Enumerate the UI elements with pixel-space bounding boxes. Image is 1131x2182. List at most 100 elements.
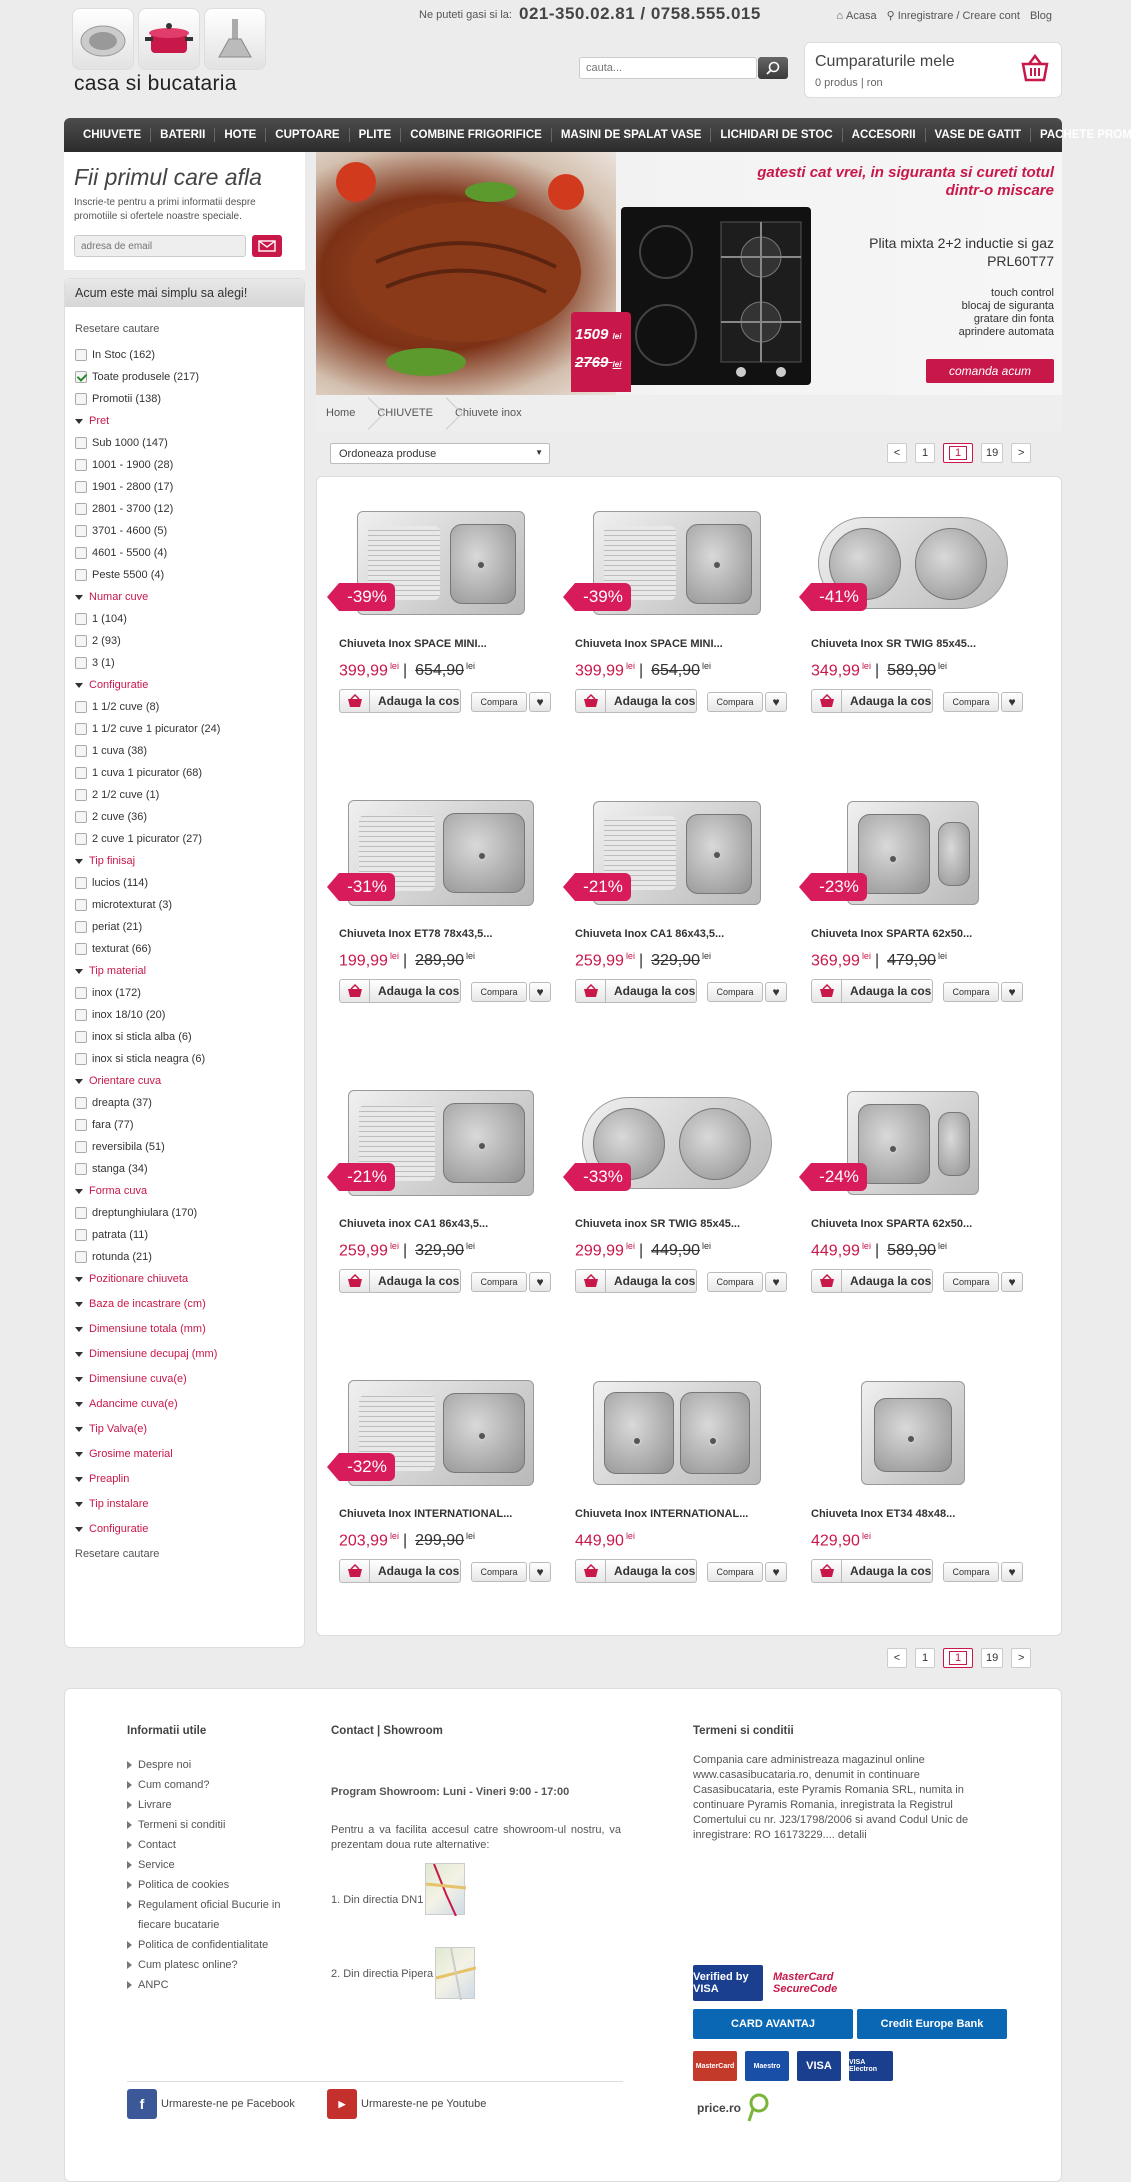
checkbox[interactable] (75, 789, 87, 801)
filter-option[interactable]: texturat (66) (75, 943, 151, 955)
reset-filters-link[interactable]: Resetare cautare (75, 1548, 159, 1560)
product-name[interactable]: Chiuveta Inox INTERNATIONAL... (575, 1508, 748, 1520)
route-1-map[interactable] (425, 1863, 467, 1917)
route-2-map[interactable] (435, 1947, 477, 2001)
product-name[interactable]: Chiuveta Inox CA1 86x43,5... (575, 928, 724, 940)
product-name[interactable]: Chiuveta Inox SPACE MINI... (575, 638, 723, 650)
last-page-button[interactable]: 19 (981, 443, 1004, 463)
product-name[interactable]: Chiuveta Inox SR TWIG 85x45... (811, 638, 976, 650)
compare-button[interactable]: Compara (943, 1272, 999, 1292)
filter-group-header[interactable]: Pozitionare chiuveta (75, 1273, 188, 1285)
filter-group-header[interactable]: Orientare cuva (75, 1075, 161, 1087)
filter-option[interactable]: inox si sticla alba (6) (75, 1031, 192, 1043)
wishlist-button[interactable]: ♥ (1001, 1272, 1023, 1292)
nav-item-plite[interactable]: PLITE (350, 128, 402, 142)
filter-group-header[interactable]: Dimensiune decupaj (mm) (75, 1348, 217, 1360)
wishlist-button[interactable]: ♥ (529, 1272, 551, 1292)
add-to-cart-button[interactable]: Adauga la cos (575, 1269, 697, 1293)
register-link[interactable]: ⚲ Inregistrare / Creare cont (887, 9, 1020, 23)
product-name[interactable]: Chiuveta Inox SPARTA 62x50... (811, 928, 972, 940)
compare-button[interactable]: Compara (471, 982, 527, 1002)
compare-button[interactable]: Compara (707, 692, 763, 712)
filter-option[interactable]: 2 cuve (36) (75, 811, 147, 823)
youtube-link[interactable]: ▶ Urmareste-ne pe Youtube (327, 2089, 486, 2119)
compare-button[interactable]: Compara (471, 692, 527, 712)
wishlist-button[interactable]: ♥ (765, 982, 787, 1002)
checkbox[interactable] (75, 1031, 87, 1043)
checkbox[interactable] (75, 657, 87, 669)
filter-option[interactable]: inox 18/10 (20) (75, 1009, 165, 1021)
checkbox[interactable] (75, 723, 87, 735)
product-image[interactable] (805, 783, 1020, 923)
nav-item-combine-frigorifice[interactable]: COMBINE FRIGORIFICE (401, 128, 552, 142)
mini-cart[interactable]: Cumparaturile mele 0 produs | ron (804, 42, 1062, 98)
logo-icons[interactable] (72, 8, 266, 70)
checkbox[interactable] (75, 1251, 87, 1263)
checkbox[interactable] (75, 437, 87, 449)
product-image[interactable] (333, 493, 548, 633)
compare-button[interactable]: Compara (943, 692, 999, 712)
checkbox[interactable] (75, 987, 87, 999)
product-image[interactable] (569, 1363, 784, 1503)
nav-item-baterii[interactable]: BATERII (151, 128, 216, 142)
filter-option[interactable]: 2 (93) (75, 635, 121, 647)
filter-group-header[interactable]: Numar cuve (75, 591, 148, 603)
compare-button[interactable]: Compara (707, 1272, 763, 1292)
product-card[interactable]: -21% Chiuveta Inox CA1 86x43,5... 259,99… (563, 783, 787, 1033)
wishlist-button[interactable]: ♥ (1001, 982, 1023, 1002)
filter-option[interactable]: 4601 - 5500 (4) (75, 547, 167, 559)
prev-page-button[interactable]: < (887, 1648, 907, 1668)
nav-item-lichidari-de-stoc[interactable]: LICHIDARI DE STOC (711, 128, 843, 142)
checkbox[interactable] (75, 371, 87, 383)
filter-group-header[interactable]: Tip finisaj (75, 855, 135, 867)
compare-button[interactable]: Compara (943, 982, 999, 1002)
checkbox[interactable] (75, 899, 87, 911)
product-card[interactable]: Chiuveta Inox ET34 48x48... 429,90 lei Ad… (805, 1363, 1023, 1613)
checkbox[interactable] (75, 1141, 87, 1153)
add-to-cart-button[interactable]: Adauga la cos (339, 689, 461, 713)
nav-item-cuptoare[interactable]: CUPTOARE (266, 128, 350, 142)
product-card[interactable]: -33% Chiuveta inox SR TWIG 85x45... 299,… (563, 1073, 787, 1323)
sort-select[interactable]: Ordoneaza produse (330, 443, 550, 464)
filter-option[interactable]: 2801 - 3700 (12) (75, 503, 173, 515)
add-to-cart-button[interactable]: Adauga la cos (339, 1559, 461, 1583)
product-image[interactable] (805, 1073, 1020, 1213)
checkbox[interactable] (75, 635, 87, 647)
filter-option[interactable]: inox (172) (75, 987, 141, 999)
first-page-button[interactable]: 1 (915, 1648, 935, 1668)
checkbox[interactable] (75, 525, 87, 537)
facebook-link[interactable]: f Urmareste-ne pe Facebook (127, 2089, 295, 2119)
footer-link[interactable]: Politica de cookies (127, 1875, 287, 1895)
filter-option[interactable]: 1 1/2 cuve (8) (75, 701, 159, 713)
filter-option[interactable]: Sub 1000 (147) (75, 437, 168, 449)
filter-option[interactable]: stanga (34) (75, 1163, 148, 1175)
search-input[interactable] (579, 57, 757, 79)
filter-option[interactable]: patrata (11) (75, 1229, 148, 1241)
product-name[interactable]: Chiuveta Inox ET34 48x48... (811, 1508, 955, 1520)
product-name[interactable]: Chiuveta Inox SPARTA 62x50... (811, 1218, 972, 1230)
next-page-button[interactable]: > (1011, 1648, 1032, 1668)
next-page-button[interactable]: > (1011, 443, 1032, 463)
checkbox[interactable] (75, 833, 87, 845)
checkbox[interactable] (75, 503, 87, 515)
banner-order-button[interactable]: comanda acum (926, 359, 1054, 383)
product-name[interactable]: Chiuveta inox SR TWIG 85x45... (575, 1218, 740, 1230)
blog-link[interactable]: Blog (1030, 9, 1052, 22)
prev-page-button[interactable]: < (887, 443, 907, 463)
filter-option[interactable]: In Stoc (162) (75, 349, 155, 361)
checkbox[interactable] (75, 943, 87, 955)
wishlist-button[interactable]: ♥ (765, 692, 787, 712)
product-card[interactable]: -41% Chiuveta Inox SR TWIG 85x45... 349,… (799, 493, 1023, 743)
compare-button[interactable]: Compara (943, 1562, 999, 1582)
compare-button[interactable]: Compara (471, 1272, 527, 1292)
current-page-input[interactable]: 1 (943, 1648, 973, 1668)
filter-group-header[interactable]: Preaplin (75, 1473, 129, 1485)
add-to-cart-button[interactable]: Adauga la cos (339, 979, 461, 1003)
wishlist-button[interactable]: ♥ (529, 692, 551, 712)
checkbox[interactable] (75, 1229, 87, 1241)
filter-option[interactable]: 1001 - 1900 (28) (75, 459, 173, 471)
checkbox[interactable] (75, 701, 87, 713)
checkbox[interactable] (75, 745, 87, 757)
filter-group-header[interactable]: Tip material (75, 965, 146, 977)
site-logo[interactable]: casa si bucataria (74, 72, 237, 96)
